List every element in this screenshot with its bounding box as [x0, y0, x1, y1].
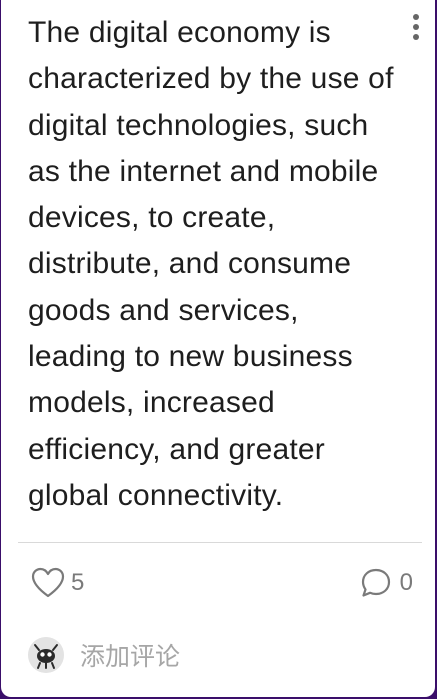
comment-count: 0: [399, 569, 413, 596]
comment-bubble-icon: [361, 568, 390, 597]
comment-button[interactable]: 0: [360, 565, 413, 601]
post-card: The digital economy is characterized by …: [1, 0, 435, 697]
more-vertical-icon-dot: [413, 24, 419, 30]
more-vertical-icon-dot: [413, 34, 419, 40]
divider: [18, 542, 422, 543]
add-comment-placeholder: 添加评论: [80, 643, 181, 671]
more-vertical-icon: [413, 14, 419, 20]
user-avatar-icon: [28, 637, 64, 673]
heart-icon: [31, 567, 65, 598]
add-comment-field[interactable]: 添加评论: [28, 636, 180, 674]
like-button[interactable]: 5: [31, 565, 84, 601]
like-count: 5: [71, 569, 85, 596]
post-text: The digital economy is characterized by …: [28, 16, 394, 512]
more-options-button[interactable]: [405, 10, 427, 44]
